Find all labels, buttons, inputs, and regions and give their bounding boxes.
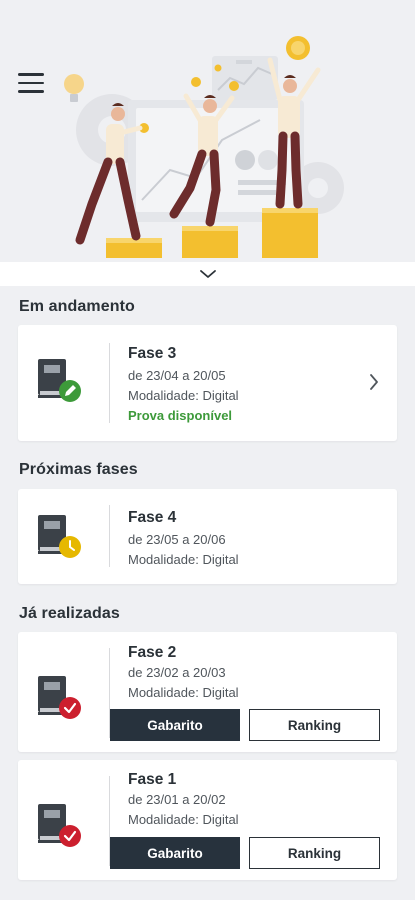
phase-modality: Modalidade: Digital — [128, 388, 239, 403]
hero-banner — [0, 0, 415, 262]
section-title-done: Já realizadas — [19, 605, 120, 622]
section-title-upcoming: Próximas fases — [19, 461, 138, 478]
phase-modality: Modalidade: Digital — [128, 685, 239, 700]
phase-modality: Modalidade: Digital — [128, 812, 239, 827]
chevron-right-icon[interactable] — [369, 373, 379, 391]
hamburger-menu-icon[interactable] — [14, 66, 48, 100]
gabarito-button[interactable]: Gabarito — [110, 837, 240, 869]
phase-status: Prova disponível — [128, 408, 233, 423]
exam-book-icon — [38, 359, 81, 402]
exam-book-icon — [38, 515, 81, 558]
phase-dates: de 23/02 a 20/03 — [128, 665, 226, 680]
card-divider — [109, 505, 110, 567]
expand-header-button[interactable] — [0, 262, 415, 286]
card-divider — [109, 343, 110, 423]
phase-card-fase-1: Fase 1 de 23/01 a 20/02 Modalidade: Digi… — [18, 760, 397, 880]
phase-card-fase-4: Fase 4 de 23/05 a 20/06 Modalidade: Digi… — [18, 489, 397, 584]
phase-dates: de 23/05 a 20/06 — [128, 532, 226, 547]
hero-illustration — [64, 36, 344, 258]
ranking-button[interactable]: Ranking — [249, 837, 380, 869]
check-icon — [59, 697, 81, 719]
phase-card-fase-3[interactable]: Fase 3 de 23/04 a 20/05 Modalidade: Digi… — [18, 325, 397, 441]
phase-card-fase-2: Fase 2 de 23/02 a 20/03 Modalidade: Digi… — [18, 632, 397, 752]
section-title-in-progress: Em andamento — [19, 298, 135, 315]
phase-title: Fase 4 — [128, 509, 177, 526]
chevron-down-icon — [199, 270, 216, 278]
phase-modality: Modalidade: Digital — [128, 552, 239, 567]
phase-title: Fase 2 — [128, 644, 177, 661]
phase-dates: de 23/01 a 20/02 — [128, 792, 226, 807]
ranking-button[interactable]: Ranking — [249, 709, 380, 741]
phase-dates: de 23/04 a 20/05 — [128, 368, 226, 383]
phase-title: Fase 1 — [128, 771, 177, 788]
phase-title: Fase 3 — [128, 345, 177, 362]
check-icon — [59, 825, 81, 847]
exam-book-icon — [38, 676, 81, 719]
exam-book-icon — [38, 804, 81, 847]
gabarito-button[interactable]: Gabarito — [110, 709, 240, 741]
